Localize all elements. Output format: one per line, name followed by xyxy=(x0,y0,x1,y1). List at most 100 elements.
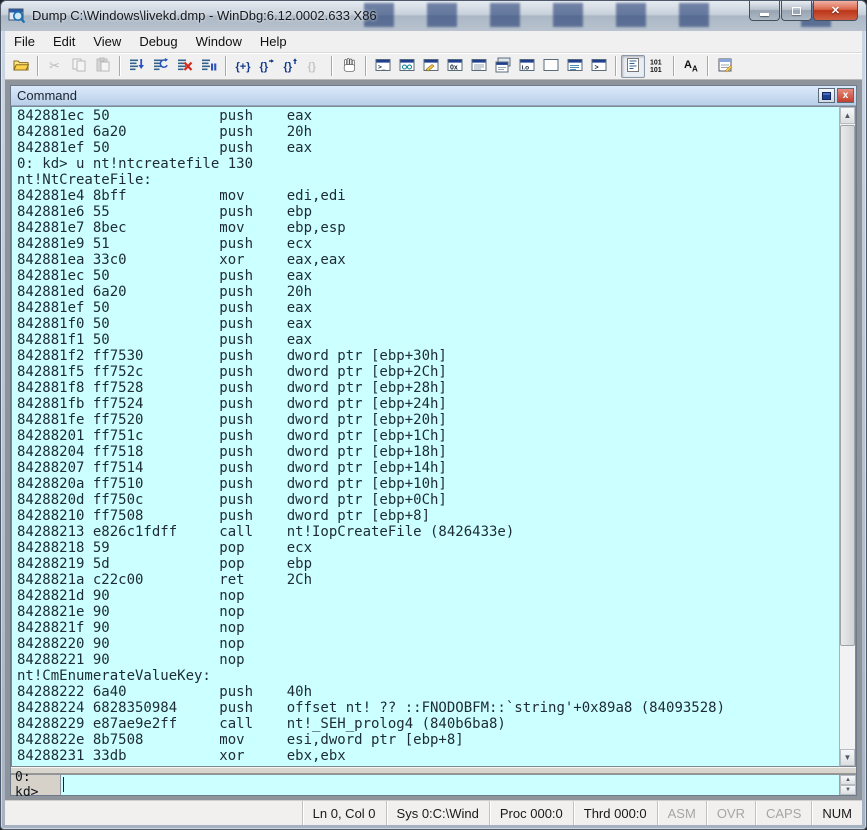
copy-button[interactable] xyxy=(67,55,91,78)
breakpoint-hand-icon xyxy=(341,57,357,76)
status-ovr: OVR xyxy=(706,801,755,825)
stop-debugging-button[interactable] xyxy=(173,55,197,78)
menu-item-edit[interactable]: Edit xyxy=(44,31,84,52)
kd-prompt-label: 0: kd> xyxy=(11,775,61,795)
disassembly-window-button[interactable]: i.o xyxy=(515,55,539,78)
cut-button[interactable]: ✂ xyxy=(43,55,67,78)
command-close-button[interactable]: x xyxy=(837,88,854,103)
spinner-up-icon[interactable]: ▲ xyxy=(840,775,856,785)
command-input[interactable] xyxy=(61,775,839,795)
cut-icon: ✂ xyxy=(47,57,63,76)
menu-item-file[interactable]: File xyxy=(5,31,44,52)
restore-button[interactable] xyxy=(781,1,812,21)
assembly-mode-toggle-button[interactable]: 101101 xyxy=(645,55,669,78)
background-window-artifact xyxy=(553,3,583,27)
menu-bar: FileEditViewDebugWindowHelp xyxy=(5,31,862,53)
status-ln-0-col-0: Ln 0, Col 0 xyxy=(302,801,386,825)
vertical-scrollbar[interactable]: ▲ ▼ xyxy=(839,106,856,767)
toolbar-separator xyxy=(119,56,121,76)
locals-window-button[interactable] xyxy=(419,55,443,78)
command-window-titlebar[interactable]: Command x xyxy=(11,86,856,106)
watch-window-icon xyxy=(399,57,415,76)
svg-text:0x: 0x xyxy=(450,64,458,71)
scrollbar-track[interactable] xyxy=(840,124,855,749)
run-to-cursor-button[interactable]: {} xyxy=(303,55,327,78)
svg-text:{+}: {+} xyxy=(236,61,252,73)
minimize-button[interactable] xyxy=(749,1,780,21)
window-title: Dump C:\Windows\livekd.dmp - WinDbg:6.12… xyxy=(32,8,377,23)
copy-icon xyxy=(71,57,87,76)
source-mode-toggle-button[interactable] xyxy=(621,55,645,78)
toolbar-separator xyxy=(615,56,617,76)
processes-threads-window-button[interactable] xyxy=(563,55,587,78)
locals-window-icon xyxy=(423,57,439,76)
status-num: NUM xyxy=(811,801,862,825)
svg-text:A: A xyxy=(684,59,692,71)
status-caps: CAPS xyxy=(755,801,811,825)
step-out-button[interactable]: {} xyxy=(279,55,303,78)
memory-window-button[interactable] xyxy=(467,55,491,78)
registers-window-icon: 0x xyxy=(447,57,463,76)
svg-text:{}: {} xyxy=(308,61,317,73)
break-icon xyxy=(201,57,217,76)
svg-text:{}: {} xyxy=(284,61,293,73)
menu-item-debug[interactable]: Debug xyxy=(130,31,186,52)
open-source-file-button[interactable] xyxy=(9,55,33,78)
svg-text:{}: {} xyxy=(260,61,269,73)
scrollbar-thumb[interactable] xyxy=(840,125,855,646)
restart-button[interactable] xyxy=(149,55,173,78)
svg-text:101: 101 xyxy=(650,59,662,66)
scroll-down-arrow-icon[interactable]: ▼ xyxy=(840,749,855,766)
registers-window-button[interactable]: 0x xyxy=(443,55,467,78)
command-window-icon: >_ xyxy=(375,57,391,76)
go-icon xyxy=(129,57,145,76)
break-button[interactable] xyxy=(197,55,221,78)
output-input-splitter[interactable] xyxy=(11,767,856,774)
toolbar-separator xyxy=(673,56,675,76)
command-window-button[interactable]: >_ xyxy=(371,55,395,78)
menu-item-window[interactable]: Window xyxy=(187,31,251,52)
call-stack-window-button[interactable] xyxy=(491,55,515,78)
toolbar-separator xyxy=(365,56,367,76)
stop-debugging-icon xyxy=(177,57,193,76)
command-input-row: 0: kd> ▲ ▼ xyxy=(11,774,856,795)
status-sys-0-c-wind: Sys 0:C:\Wind xyxy=(386,801,489,825)
paste-icon xyxy=(95,57,111,76)
watch-window-button[interactable] xyxy=(395,55,419,78)
assembly-mode-toggle-icon: 101101 xyxy=(649,57,665,76)
font-button[interactable]: AA xyxy=(679,55,703,78)
step-into-icon: {+} xyxy=(235,57,251,76)
scroll-up-arrow-icon[interactable]: ▲ xyxy=(840,107,855,124)
background-window-artifact xyxy=(427,3,457,27)
breakpoint-hand-button[interactable] xyxy=(337,55,361,78)
scratch-pad-button[interactable] xyxy=(539,55,563,78)
svg-text:>: > xyxy=(595,64,599,71)
svg-text:101: 101 xyxy=(650,67,662,73)
command-browser-window-button[interactable]: > xyxy=(587,55,611,78)
menu-item-view[interactable]: View xyxy=(84,31,130,52)
svg-text:i.o: i.o xyxy=(522,64,530,71)
title-bar[interactable]: Dump C:\Windows\livekd.dmp - WinDbg:6.12… xyxy=(1,1,866,31)
step-into-button[interactable]: {+} xyxy=(231,55,255,78)
close-button[interactable]: ✕ xyxy=(813,1,858,21)
background-window-artifact xyxy=(490,3,520,27)
dock-button[interactable] xyxy=(818,88,835,103)
open-source-file-icon xyxy=(13,57,29,76)
options-icon xyxy=(717,57,733,76)
close-icon: ✕ xyxy=(831,4,840,17)
memory-window-icon xyxy=(471,57,487,76)
step-over-icon: {} xyxy=(259,57,275,76)
command-output[interactable]: 842881ec 50 push eax 842881ed 6a20 push … xyxy=(11,106,839,767)
dock-icon xyxy=(822,92,831,100)
status-asm: ASM xyxy=(657,801,706,825)
options-button[interactable] xyxy=(713,55,737,78)
paste-button[interactable] xyxy=(91,55,115,78)
go-button[interactable] xyxy=(125,55,149,78)
command-window-title: Command xyxy=(17,88,816,103)
windbg-window: Dump C:\Windows\livekd.dmp - WinDbg:6.12… xyxy=(0,0,867,830)
call-stack-window-icon xyxy=(495,57,511,76)
spinner-down-icon[interactable]: ▼ xyxy=(840,785,856,795)
step-over-button[interactable]: {} xyxy=(255,55,279,78)
menu-item-help[interactable]: Help xyxy=(251,31,296,52)
run-to-cursor-icon: {} xyxy=(307,57,323,76)
